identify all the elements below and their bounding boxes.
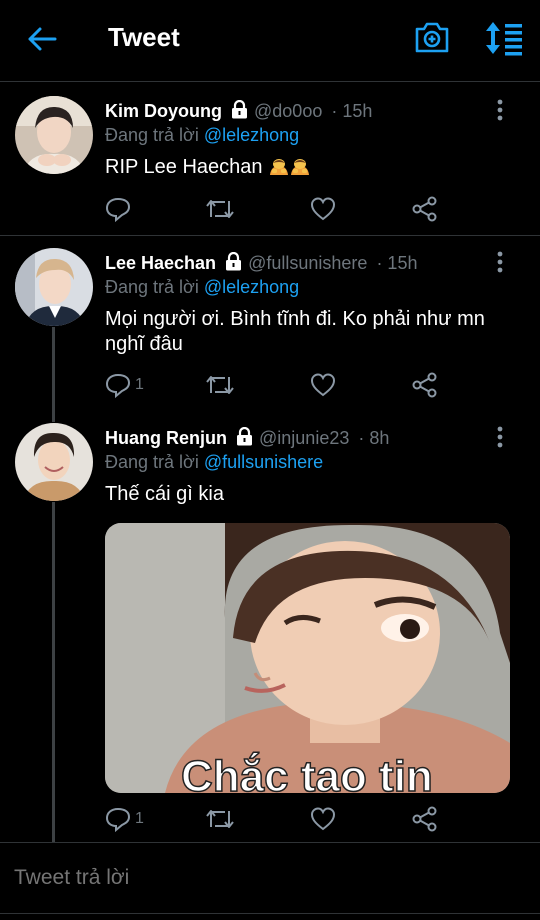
sort-list-icon[interactable] <box>484 20 524 56</box>
reply-icon <box>105 197 131 222</box>
camera-plus-icon[interactable] <box>414 20 450 54</box>
replying-to-label: Đang trả lời <box>105 452 199 472</box>
replying-to: Đang trả lời @lelezhong <box>105 125 299 146</box>
tweet-author[interactable]: Lee Haechan @fullsunishere · 15h <box>105 252 417 274</box>
tweet-author[interactable]: Kim Doyoung @do0oo · 15h <box>105 100 372 122</box>
tweet-actions: 1 <box>105 805 445 833</box>
timestamp: · 8h <box>358 428 390 448</box>
share-button[interactable] <box>412 195 438 223</box>
reply-button[interactable]: 1 <box>105 371 144 399</box>
media-caption: Chắc tao tin <box>181 751 433 793</box>
arrow-left-icon[interactable] <box>26 26 58 52</box>
retweet-button[interactable] <box>205 805 235 833</box>
reply-button[interactable] <box>105 195 131 223</box>
display-name[interactable]: Lee Haechan <box>105 253 216 273</box>
top-app-bar: Tweet <box>0 0 540 82</box>
replying-to-label: Đang trả lời <box>105 125 199 145</box>
share-icon <box>412 196 437 222</box>
retweet-icon <box>206 810 234 828</box>
more-options-icon[interactable] <box>490 98 510 122</box>
retweet-icon <box>206 376 234 394</box>
tweet-actions <box>105 195 445 223</box>
lock-icon <box>226 252 242 271</box>
more-options-icon[interactable] <box>490 250 510 274</box>
compose-reply-bar <box>0 842 540 920</box>
retweet-button[interactable] <box>205 195 235 223</box>
share-button[interactable] <box>412 371 438 399</box>
person-bowing-emoji <box>270 159 289 175</box>
avatar[interactable] <box>15 96 93 174</box>
reply-icon <box>105 807 131 832</box>
heart-icon <box>310 373 336 397</box>
handle: @do0oo <box>254 101 323 121</box>
like-button[interactable] <box>310 371 336 399</box>
tweet-text-content: RIP Lee Haechan <box>105 156 263 178</box>
input-underline <box>0 913 540 914</box>
reply-count: 1 <box>135 810 144 827</box>
reply-count: 1 <box>135 376 144 393</box>
heart-icon <box>310 197 336 221</box>
share-icon <box>412 372 437 398</box>
share-button[interactable] <box>412 805 438 833</box>
share-icon <box>412 806 437 832</box>
tweet-text: RIP Lee Haechan <box>105 155 505 180</box>
tweet-kim-doyoung[interactable]: Kim Doyoung @do0oo · 15h Đang trả lời @l… <box>0 83 540 235</box>
mention-link[interactable]: @fullsunishere <box>204 452 323 472</box>
mention-link[interactable]: @lelezhong <box>204 277 299 297</box>
replying-to: Đang trả lời @lelezhong <box>105 277 299 298</box>
handle: @fullsunishere <box>248 253 368 273</box>
lock-icon <box>237 427 253 446</box>
person-bowing-emoji <box>291 159 310 175</box>
tweet-media-image[interactable]: Chắc tao tin <box>105 523 510 793</box>
heart-icon <box>310 807 336 831</box>
display-name[interactable]: Kim Doyoung <box>105 101 222 121</box>
avatar[interactable] <box>15 248 93 326</box>
replying-to: Đang trả lời @fullsunishere <box>105 452 323 473</box>
tweet-actions: 1 <box>105 371 445 399</box>
reply-input[interactable] <box>12 865 516 891</box>
tweet-text: Thế cái gì kia <box>105 483 224 505</box>
timestamp: · 15h <box>331 101 373 121</box>
reply-button[interactable]: 1 <box>105 805 144 833</box>
like-button[interactable] <box>310 805 336 833</box>
tweet-text: Mọi người ơi. Bình tĩnh đi. Ko phải như … <box>105 308 485 355</box>
avatar[interactable] <box>15 423 93 501</box>
mention-link[interactable]: @lelezhong <box>204 125 299 145</box>
like-button[interactable] <box>310 195 336 223</box>
retweet-icon <box>206 200 234 218</box>
display-name[interactable]: Huang Renjun <box>105 428 227 448</box>
reply-icon <box>105 373 131 398</box>
handle: @injunie23 <box>259 428 350 448</box>
tweet-lee-haechan[interactable]: Lee Haechan @fullsunishere · 15h Đang tr… <box>0 236 540 411</box>
more-options-icon[interactable] <box>490 425 510 449</box>
retweet-button[interactable] <box>205 371 235 399</box>
timestamp: · 15h <box>376 253 418 273</box>
replying-to-label: Đang trả lời <box>105 277 199 297</box>
lock-icon <box>232 100 248 119</box>
tweet-author[interactable]: Huang Renjun @injunie23 · 8h <box>105 427 389 449</box>
page-title: Tweet <box>108 22 180 52</box>
